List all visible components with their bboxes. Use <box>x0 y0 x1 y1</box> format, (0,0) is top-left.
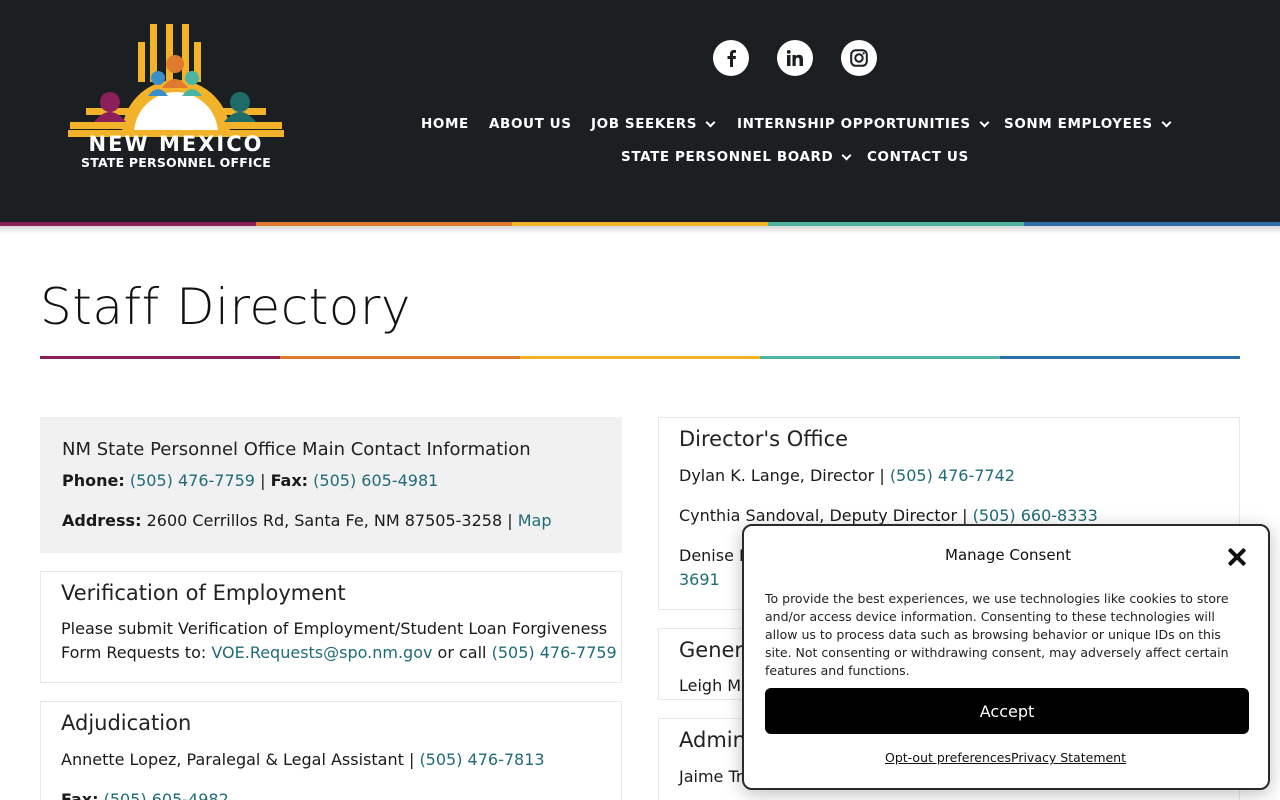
verification-card: Verification of Employment Please submit… <box>40 571 622 683</box>
deputy-director-name: Cynthia Sandoval, Deputy Director <box>679 506 958 525</box>
chevron-down-icon <box>979 117 990 127</box>
adjudication-person: Annette Lopez, Paralegal & Legal Assista… <box>61 750 404 769</box>
verification-prefix: Form Requests to: <box>61 643 207 662</box>
title-underline <box>520 356 760 359</box>
phone-label: Phone: <box>62 471 125 490</box>
separator: | <box>260 471 266 490</box>
main-fax-link[interactable]: (505) 605-4981 <box>313 471 438 490</box>
linkedin-icon[interactable] <box>777 40 813 76</box>
title-underline <box>1000 356 1240 359</box>
adjudication-title: Adjudication <box>61 711 192 735</box>
adjudication-card: Adjudication Annette Lopez, Paralegal & … <box>40 701 622 800</box>
deputy-director-phone-link[interactable]: (505) 660-8333 <box>973 506 1098 525</box>
adjudication-fax-line: Fax: (505) 605-4982 <box>61 790 229 800</box>
nav-contact-us[interactable]: CONTACT US <box>867 149 969 165</box>
page-title: Staff Directory <box>40 278 412 336</box>
general-counsel-person: Leigh Mc <box>679 676 750 695</box>
address-text: 2600 Cerrillos Rd, Santa Fe, NM 87505-32… <box>146 511 503 530</box>
director-name: Dylan K. Lange, Director <box>679 466 875 485</box>
title-underline <box>40 356 280 359</box>
nav-home[interactable]: HOME <box>421 116 469 132</box>
address-label: Address: <box>62 511 142 530</box>
logo-subtitle: STATE PERSONNEL OFFICE <box>81 155 271 170</box>
separator: | <box>507 511 513 530</box>
separator: | <box>408 750 415 769</box>
main-contact-card: NM State Personnel Office Main Contact I… <box>40 417 622 553</box>
site-header: NEW MEXICO STATE PERSONNEL OFFICE HOME A… <box>0 0 1280 222</box>
verification-line-2: Form Requests to: VOE.Requests@spo.nm.go… <box>61 643 617 662</box>
consent-text: To provide the best experiences, we use … <box>765 591 1229 678</box>
nav-job-seekers[interactable]: JOB SEEKERS <box>591 116 716 132</box>
title-underline <box>280 356 520 359</box>
staff-phone-link[interactable]: 3691 <box>679 570 720 589</box>
fax-label: Fax: <box>270 471 309 490</box>
map-link[interactable]: Map <box>518 511 552 530</box>
accept-button[interactable]: Accept <box>765 688 1249 734</box>
verification-line-1: Please submit Verification of Employment… <box>61 619 608 638</box>
separator: | <box>962 506 968 525</box>
administration-person: Jaime Tr <box>679 767 743 786</box>
consent-title: Manage Consent <box>945 546 1071 564</box>
adjudication-person-line: Annette Lopez, Paralegal & Legal Assista… <box>61 750 545 769</box>
privacy-statement-link[interactable]: Privacy Statement <box>1011 750 1126 765</box>
nav-sonm-employees[interactable]: SONM EMPLOYEES <box>1004 116 1172 132</box>
administration-title: Admin <box>679 728 746 752</box>
directors-office-title: Director's Office <box>679 427 849 451</box>
main-phone-link[interactable]: (505) 476-7759 <box>130 471 255 490</box>
director-phone-link[interactable]: (505) 476-7742 <box>890 466 1015 485</box>
header-shadow <box>0 226 1280 234</box>
main-contact-title: NM State Personnel Office Main Contact I… <box>62 439 531 460</box>
opt-out-preferences-link[interactable]: Opt-out preferences <box>885 750 1011 765</box>
main-contact-address-line: Address: 2600 Cerrillos Rd, Santa Fe, NM… <box>62 511 551 530</box>
adjudication-phone-link[interactable]: (505) 476-7813 <box>419 750 544 769</box>
nav-internship-opportunities[interactable]: INTERNSHIP OPPORTUNITIES <box>737 116 990 132</box>
nav-about-us[interactable]: ABOUT US <box>489 116 572 132</box>
logo-title: NEW MEXICO <box>88 132 264 156</box>
consent-dialog: Manage Consent To provide the best exper… <box>742 524 1270 790</box>
fax-label: Fax: <box>61 790 99 800</box>
voe-email-link[interactable]: VOE.Requests@spo.nm.gov <box>211 643 432 662</box>
or-call-text: or call <box>437 643 487 662</box>
chevron-down-icon <box>705 117 716 127</box>
general-counsel-title: Gener <box>679 638 744 662</box>
director-entry: Dylan K. Lange, Director | (505) 476-774… <box>679 466 1015 485</box>
adjudication-fax-link[interactable]: (505) 605-4982 <box>104 790 229 800</box>
chevron-down-icon <box>1161 117 1172 127</box>
separator: | <box>879 466 885 485</box>
title-underline <box>760 356 1000 359</box>
chevron-down-icon <box>841 150 852 160</box>
main-contact-phone-line: Phone: (505) 476-7759 | Fax: (505) 605-4… <box>62 471 438 490</box>
facebook-icon[interactable] <box>713 40 749 76</box>
close-icon[interactable] <box>1226 546 1248 568</box>
verification-title: Verification of Employment <box>61 581 346 605</box>
deputy-director-entry: Cynthia Sandoval, Deputy Director | (505… <box>679 506 1098 525</box>
voe-phone-link[interactable]: (505) 476-7759 <box>492 643 617 662</box>
instagram-icon[interactable] <box>841 40 877 76</box>
nav-state-personnel-board[interactable]: STATE PERSONNEL BOARD <box>621 149 852 165</box>
